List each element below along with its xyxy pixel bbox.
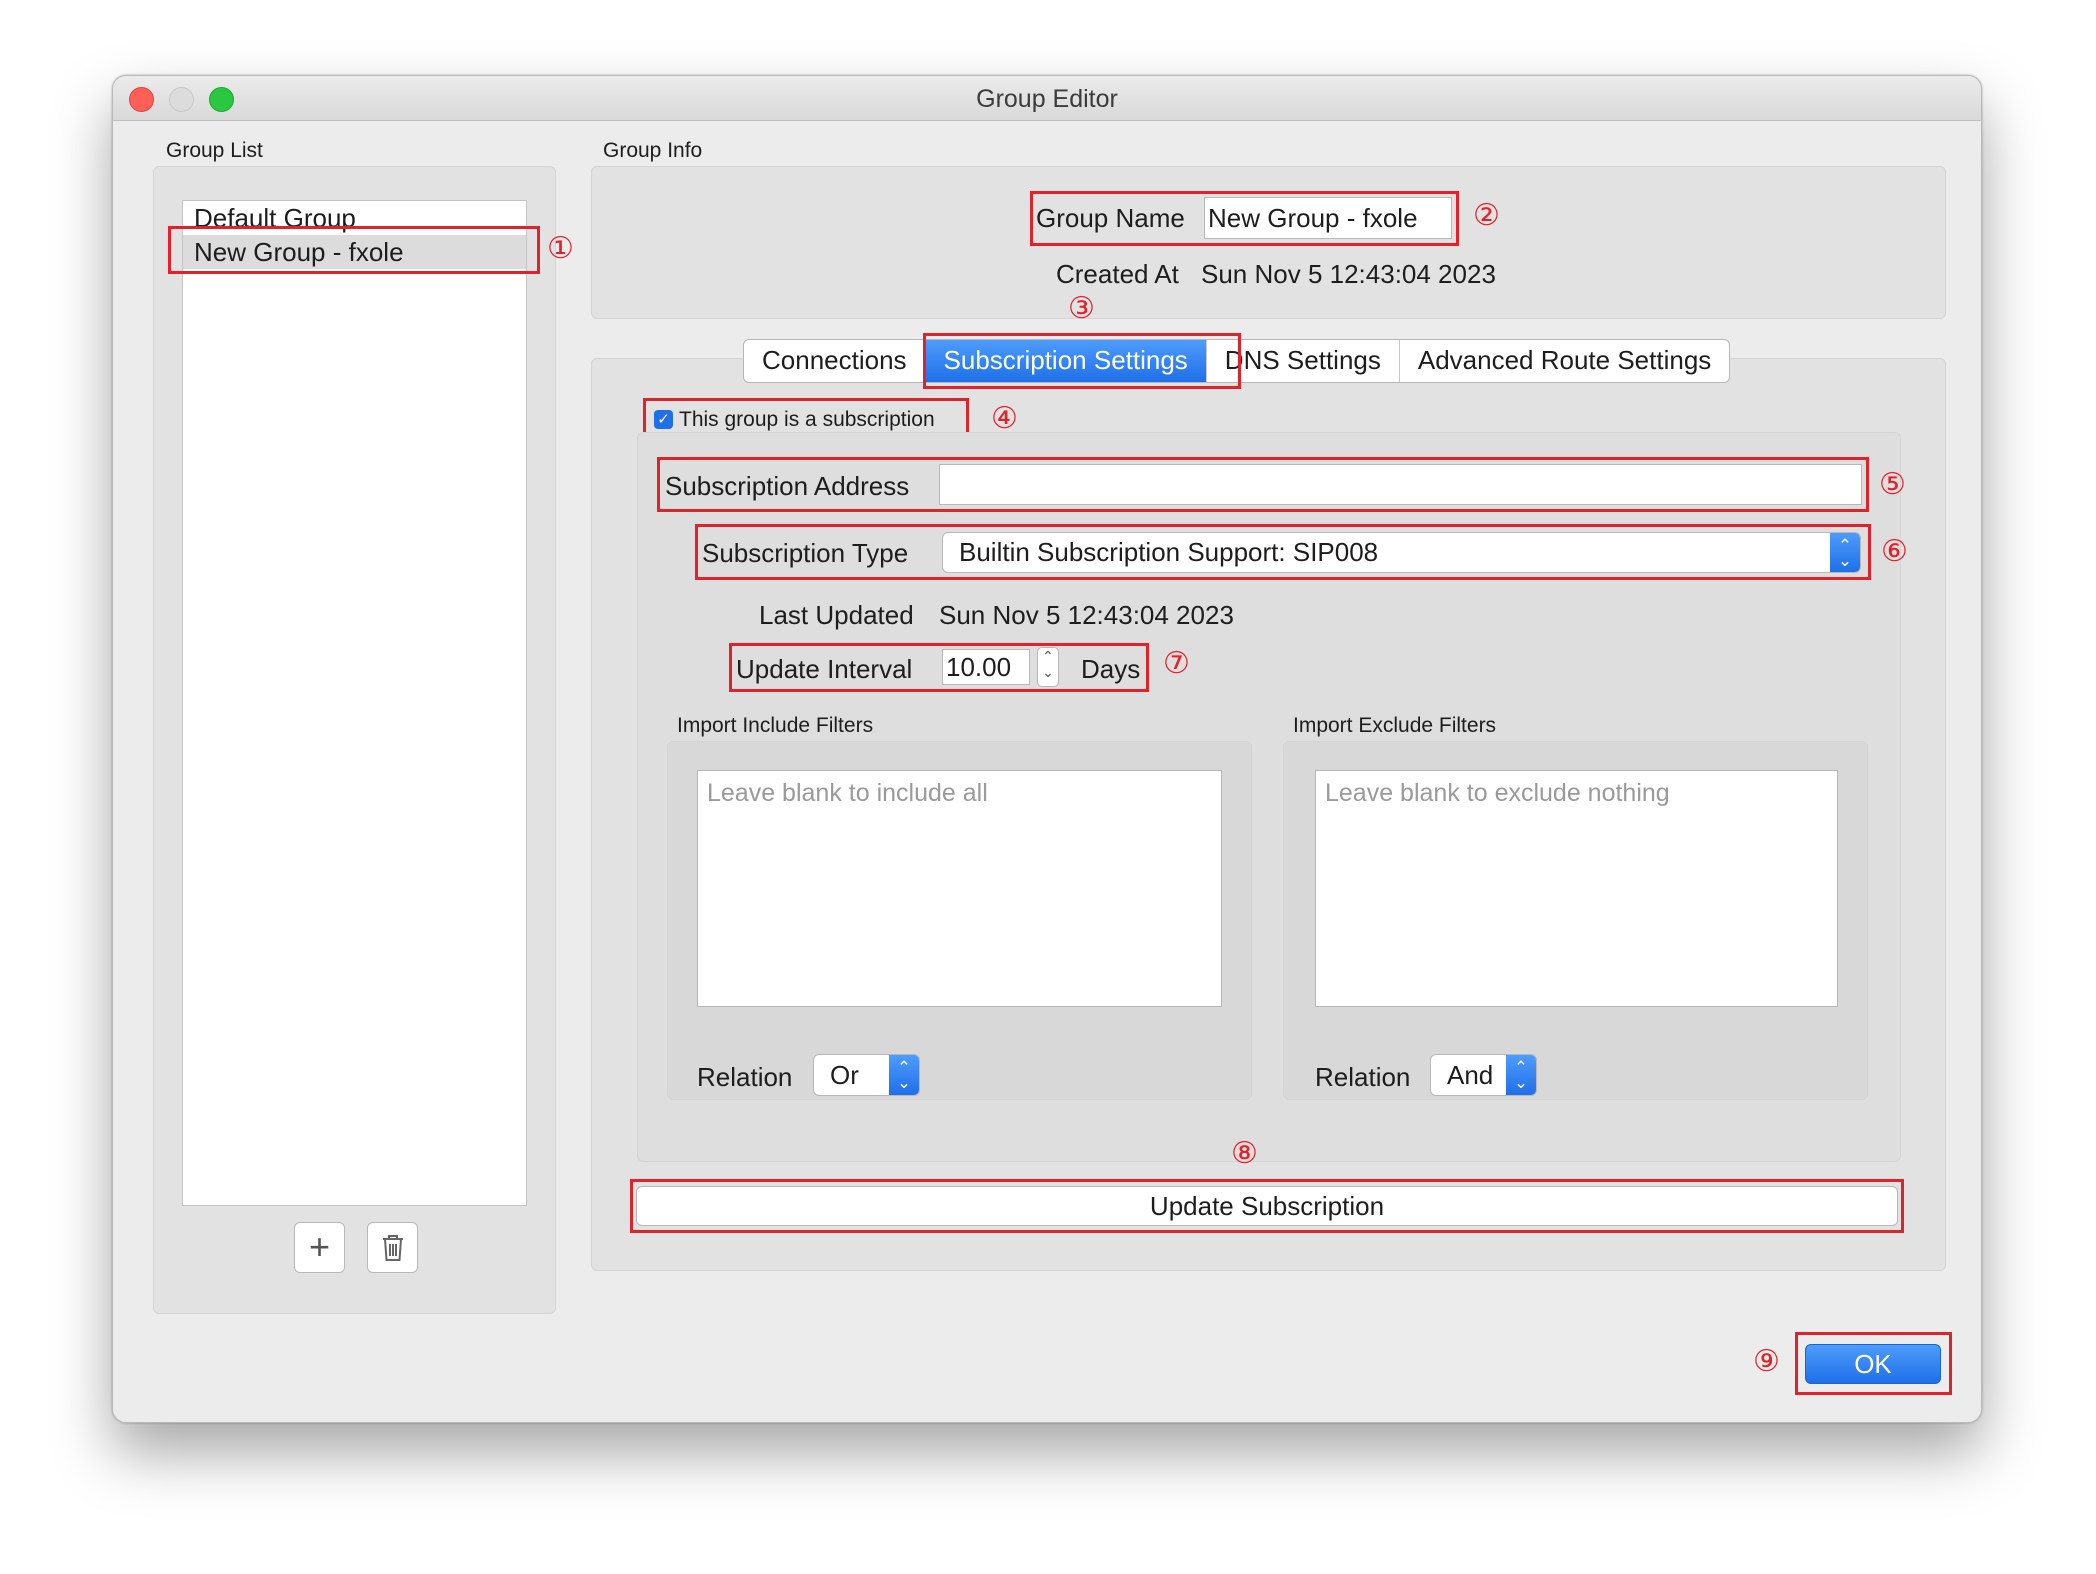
update-interval-input[interactable]: 10.00 <box>942 649 1030 685</box>
subscription-address-label: Subscription Address <box>665 471 910 501</box>
annotation-number-7: ⑦ <box>1163 647 1190 680</box>
plus-icon: + <box>308 1226 331 1267</box>
subscription-checkbox-label: This group is a subscription <box>679 408 935 431</box>
ok-button[interactable]: OK <box>1805 1344 1941 1384</box>
group-list-item-label: New Group - fxole <box>194 237 404 267</box>
group-list-item-label: Default Group <box>194 203 356 233</box>
exclude-relation-label: Relation <box>1315 1062 1411 1092</box>
add-group-button[interactable]: + <box>294 1222 345 1273</box>
update-interval-label: Update Interval <box>736 654 913 684</box>
annotation-number-2: ② <box>1473 199 1500 232</box>
exclude-filters-heading: Import Exclude Filters <box>1293 714 1497 737</box>
title-bar: Group Editor <box>113 76 1981 121</box>
last-updated-label: Last Updated <box>759 600 914 630</box>
group-info-heading: Group Info <box>603 139 703 162</box>
annotation-number-1: ① <box>547 232 574 265</box>
exclude-relation-select[interactable]: And ⌃ ⌄ <box>1430 1054 1537 1096</box>
include-relation-value: Or <box>830 1060 859 1090</box>
annotation-number-9: ⑨ <box>1753 1345 1780 1378</box>
chevron-up-down-icon: ⌃ ⌄ <box>1830 533 1860 572</box>
tab-connections[interactable]: Connections <box>744 340 926 382</box>
group-list-item-default[interactable]: Default Group <box>183 201 526 235</box>
created-at-value: Sun Nov 5 12:43:04 2023 <box>1201 259 1496 289</box>
exclude-filters-placeholder: Leave blank to exclude nothing <box>1325 779 1670 807</box>
annotation-number-4: ④ <box>991 402 1018 435</box>
include-filters-heading: Import Include Filters <box>677 714 874 737</box>
chevron-up-down-icon: ⌃ ⌄ <box>1506 1055 1536 1095</box>
tab-dns-settings[interactable]: DNS Settings <box>1207 340 1400 382</box>
group-name-input[interactable]: New Group - fxole <box>1204 197 1452 239</box>
group-list-heading: Group List <box>166 139 263 162</box>
exclude-filters-textarea[interactable]: Leave blank to exclude nothing <box>1315 770 1838 1007</box>
include-filters-textarea[interactable]: Leave blank to include all <box>697 770 1222 1007</box>
subscription-address-input[interactable] <box>939 464 1862 505</box>
chevron-down-icon: ⌄ <box>1042 664 1054 680</box>
tab-bar: Connections Subscription Settings DNS Se… <box>743 339 1731 383</box>
subscription-type-select[interactable]: Builtin Subscription Support: SIP008 ⌃ ⌄ <box>942 532 1861 573</box>
tab-advanced-route-settings[interactable]: Advanced Route Settings <box>1400 340 1729 382</box>
update-interval-unit: Days <box>1081 654 1141 684</box>
update-subscription-button[interactable]: Update Subscription <box>636 1186 1898 1226</box>
trash-icon <box>382 1235 403 1261</box>
annotation-number-5: ⑤ <box>1879 468 1906 501</box>
checkmark-icon: ✓ <box>657 411 670 428</box>
chevron-up-down-icon: ⌃ ⌄ <box>889 1055 919 1095</box>
group-list-item-new-group[interactable]: New Group - fxole <box>183 235 526 269</box>
exclude-relation-value: And <box>1447 1060 1494 1090</box>
subscription-type-label: Subscription Type <box>702 538 909 568</box>
group-editor-window: Group Editor Group List Default Group Ne… <box>112 75 1982 1423</box>
created-at-label: Created At <box>1056 259 1179 289</box>
include-relation-select[interactable]: Or ⌃ ⌄ <box>813 1054 920 1096</box>
group-list-panel: Default Group New Group - fxole + <box>153 166 556 1314</box>
group-name-label: Group Name <box>1036 203 1185 233</box>
annotation-number-6: ⑥ <box>1881 535 1908 568</box>
tab-subscription-settings[interactable]: Subscription Settings <box>925 340 1207 382</box>
last-updated-value: Sun Nov 5 12:43:04 2023 <box>939 600 1234 630</box>
subscription-checkbox[interactable]: ✓ <box>654 410 673 429</box>
chevron-up-icon: ⌃ <box>1042 648 1054 664</box>
window-title: Group Editor <box>976 85 1118 113</box>
annotation-number-8: ⑧ <box>1231 1137 1258 1170</box>
subscription-type-value: Builtin Subscription Support: SIP008 <box>959 537 1379 567</box>
delete-group-button[interactable] <box>367 1222 418 1273</box>
annotation-number-3: ③ <box>1068 292 1095 325</box>
include-relation-label: Relation <box>697 1062 793 1092</box>
include-filters-placeholder: Leave blank to include all <box>707 779 988 807</box>
update-interval-stepper[interactable]: ⌃ ⌄ <box>1037 647 1059 687</box>
group-info-panel <box>591 166 1946 319</box>
group-list: Default Group New Group - fxole <box>182 200 527 1206</box>
